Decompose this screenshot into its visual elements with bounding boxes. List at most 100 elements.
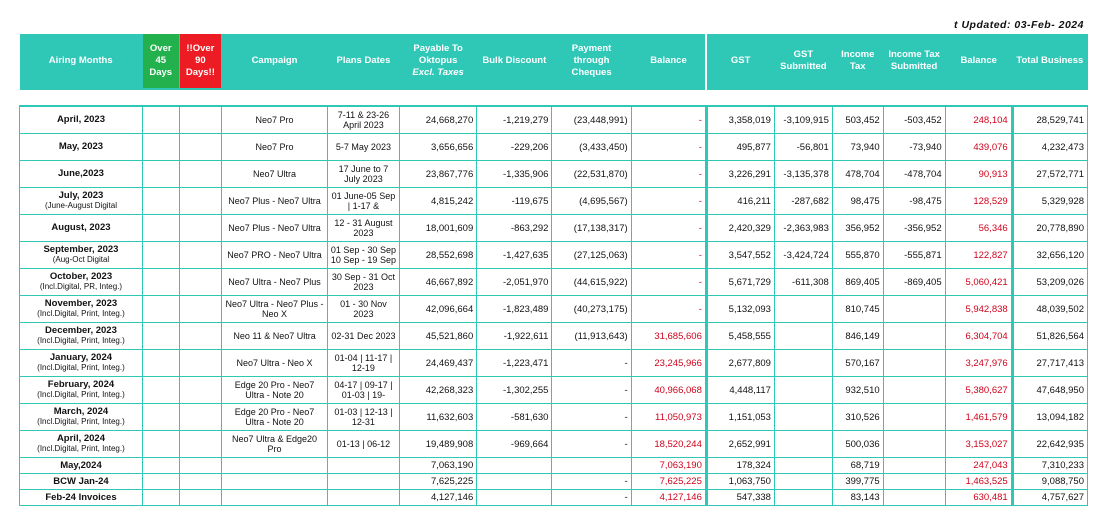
cell-balance[interactable]: -: [630, 105, 707, 134]
cell-balance-2[interactable]: 5,942,838: [944, 295, 1013, 323]
cell-gst[interactable]: 5,458,555: [704, 322, 775, 350]
cell-gst-submitted[interactable]: [773, 403, 833, 431]
cell-balance[interactable]: -: [630, 295, 707, 323]
cell-payment-cheques[interactable]: (3,433,450): [551, 133, 632, 161]
cell-over-45[interactable]: [141, 430, 180, 458]
header-airing-months[interactable]: Airing Months: [19, 34, 143, 89]
cell-total-business[interactable]: 47,648,950: [1010, 376, 1089, 404]
cell-balance[interactable]: 40,966,068: [630, 376, 707, 404]
cell-payable[interactable]: 46,667,892: [399, 268, 478, 296]
cell-gst-submitted[interactable]: [773, 376, 833, 404]
cell-month[interactable]: January, 2024 (Incl.Digital, Print, Integ…: [19, 349, 143, 377]
cell-over-90[interactable]: [178, 376, 223, 404]
cell-balance-2[interactable]: 1,463,525: [944, 473, 1013, 490]
cell-payment-cheques[interactable]: (4,695,567): [551, 187, 632, 215]
cell-campaign[interactable]: Neo7 PRO - Neo7 Ultra: [221, 241, 328, 269]
header-over-90-days[interactable]: !!Over 90 Days!!: [179, 34, 223, 89]
cell-month[interactable]: October, 2023 (Incl.Digital, PR, Integ.): [19, 268, 143, 296]
cell-income-tax-submitted[interactable]: [882, 473, 946, 490]
cell-total-business[interactable]: 27,717,413: [1010, 349, 1089, 377]
cell-income-tax-submitted[interactable]: -503,452: [882, 105, 946, 134]
cell-income-tax-submitted[interactable]: -356,952: [882, 214, 946, 242]
cell-balance-2[interactable]: 248,104: [944, 105, 1013, 134]
cell-campaign[interactable]: Neo7 Plus - Neo7 Ultra: [221, 187, 328, 215]
cell-payable[interactable]: 19,489,908: [399, 430, 478, 458]
cell-over-45[interactable]: [141, 214, 180, 242]
cell-balance[interactable]: -: [630, 133, 707, 161]
cell-over-90[interactable]: [178, 187, 223, 215]
cell-campaign[interactable]: Neo 11 & Neo7 Ultra: [221, 322, 328, 350]
cell-gst[interactable]: 5,671,729: [704, 268, 775, 296]
cell-balance[interactable]: -: [630, 187, 707, 215]
cell-payment-cheques[interactable]: (23,448,991): [551, 105, 632, 134]
cell-balance[interactable]: 7,063,190: [630, 457, 707, 474]
header-total-business[interactable]: Total Business: [1012, 34, 1089, 89]
cell-plans-dates[interactable]: 5-7 May 2023: [326, 133, 401, 161]
cell-plans-dates[interactable]: 12 - 31 August 2023: [326, 214, 401, 242]
cell-bulk-discount[interactable]: [476, 457, 553, 474]
cell-income-tax[interactable]: 869,405: [831, 268, 884, 296]
cell-over-45[interactable]: [141, 322, 180, 350]
cell-income-tax-submitted[interactable]: [882, 295, 946, 323]
cell-bulk-discount[interactable]: -1,427,635: [476, 241, 553, 269]
cell-plans-dates[interactable]: 04-17 | 09-17 | 01-03 | 19-: [326, 376, 401, 404]
cell-over-90[interactable]: [178, 160, 223, 188]
cell-bulk-discount[interactable]: -1,922,611: [476, 322, 553, 350]
cell-gst-submitted[interactable]: -2,363,983: [773, 214, 833, 242]
cell-over-45[interactable]: [141, 349, 180, 377]
cell-income-tax[interactable]: 555,870: [831, 241, 884, 269]
cell-total-business[interactable]: 27,572,771: [1010, 160, 1089, 188]
cell-total-business[interactable]: 53,209,026: [1010, 268, 1089, 296]
cell-total-business[interactable]: 13,094,182: [1010, 403, 1089, 431]
cell-total-business[interactable]: 9,088,750: [1010, 473, 1089, 490]
cell-total-business[interactable]: 5,329,928: [1010, 187, 1089, 215]
cell-month[interactable]: March, 2024 (Incl.Digital, Print, Integ.): [19, 403, 143, 431]
cell-total-business[interactable]: 28,529,741: [1010, 105, 1089, 134]
cell-income-tax-submitted[interactable]: [882, 376, 946, 404]
cell-payment-cheques[interactable]: -: [551, 489, 632, 506]
cell-payable[interactable]: 23,867,776: [399, 160, 478, 188]
cell-balance[interactable]: 31,685,606: [630, 322, 707, 350]
cell-payable[interactable]: 7,625,225: [399, 473, 478, 490]
cell-plans-dates[interactable]: 30 Sep - 31 Oct 2023: [326, 268, 401, 296]
cell-payable[interactable]: 45,521,860: [399, 322, 478, 350]
cell-payable[interactable]: 28,552,698: [399, 241, 478, 269]
cell-campaign[interactable]: Neo7 Pro: [221, 105, 328, 134]
header-bulk-discount[interactable]: Bulk Discount: [476, 34, 553, 89]
cell-balance-2[interactable]: 5,380,627: [944, 376, 1013, 404]
cell-gst[interactable]: 3,358,019: [704, 105, 775, 134]
header-balance[interactable]: Balance: [631, 34, 707, 89]
header-gst[interactable]: GST: [705, 34, 775, 89]
cell-over-90[interactable]: [178, 268, 223, 296]
cell-gst-submitted[interactable]: [773, 430, 833, 458]
cell-gst-submitted[interactable]: [773, 349, 833, 377]
cell-income-tax[interactable]: 68,719: [831, 457, 884, 474]
cell-total-business[interactable]: 7,310,233: [1010, 457, 1089, 474]
cell-campaign[interactable]: Neo7 Plus - Neo7 Ultra: [221, 214, 328, 242]
cell-income-tax[interactable]: 98,475: [831, 187, 884, 215]
cell-bulk-discount[interactable]: -1,223,471: [476, 349, 553, 377]
cell-over-45[interactable]: [141, 105, 180, 134]
cell-gst-submitted[interactable]: -3,424,724: [773, 241, 833, 269]
cell-bulk-discount[interactable]: -1,335,906: [476, 160, 553, 188]
cell-payable[interactable]: 42,268,323: [399, 376, 478, 404]
cell-over-90[interactable]: [178, 241, 223, 269]
cell-over-45[interactable]: [141, 187, 180, 215]
cell-over-90[interactable]: [178, 489, 223, 506]
cell-income-tax[interactable]: 500,036: [831, 430, 884, 458]
cell-gst[interactable]: 2,652,991: [704, 430, 775, 458]
cell-income-tax[interactable]: 846,149: [831, 322, 884, 350]
cell-over-90[interactable]: [178, 133, 223, 161]
cell-gst-submitted[interactable]: -3,135,378: [773, 160, 833, 188]
cell-month[interactable]: September, 2023 (Aug-Oct Digital: [19, 241, 143, 269]
cell-payable[interactable]: 4,127,146: [399, 489, 478, 506]
cell-balance-2[interactable]: 3,153,027: [944, 430, 1013, 458]
cell-gst[interactable]: 2,420,329: [704, 214, 775, 242]
cell-total-business[interactable]: 4,757,627: [1010, 489, 1089, 506]
cell-gst[interactable]: 3,226,291: [704, 160, 775, 188]
cell-plans-dates[interactable]: 7-11 & 23-26 April 2023: [326, 105, 401, 134]
cell-balance-2[interactable]: 5,060,421: [944, 268, 1013, 296]
cell-bulk-discount[interactable]: -229,206: [476, 133, 553, 161]
cell-over-90[interactable]: [178, 457, 223, 474]
cell-over-90[interactable]: [178, 295, 223, 323]
